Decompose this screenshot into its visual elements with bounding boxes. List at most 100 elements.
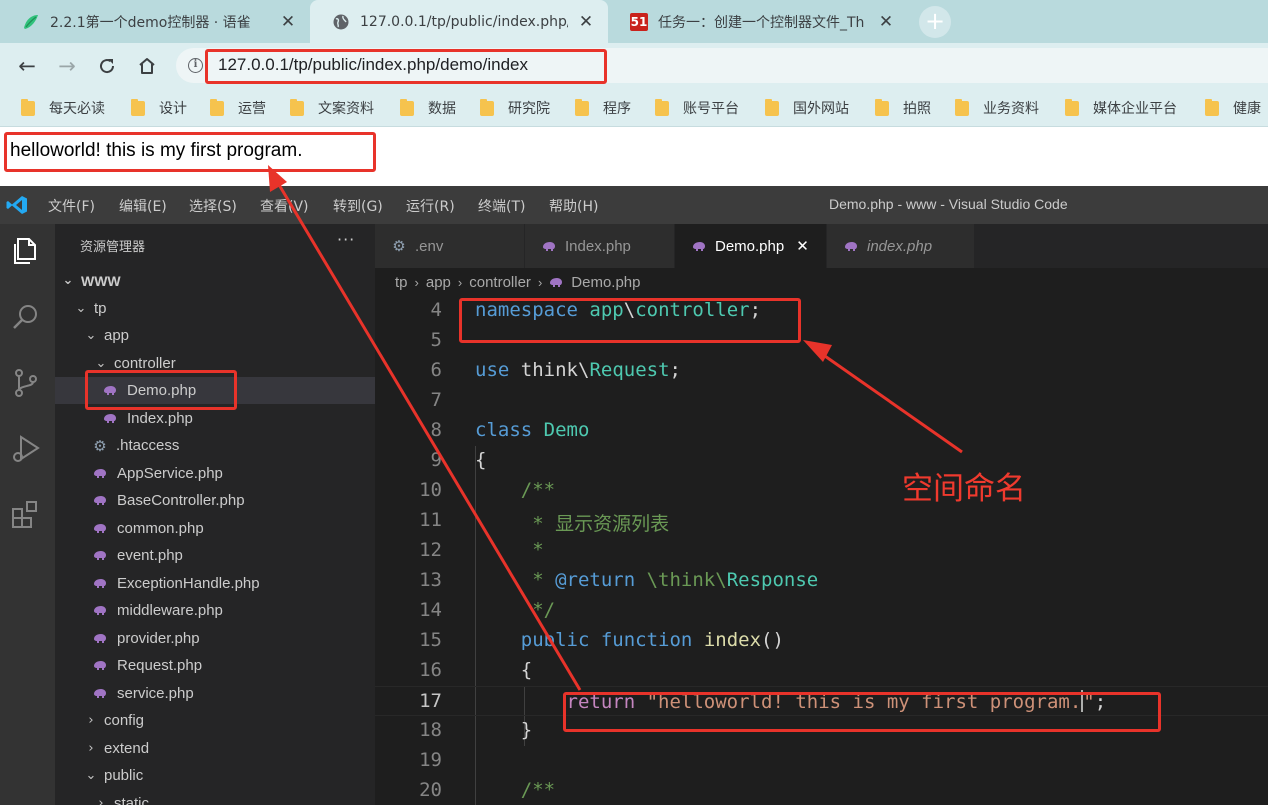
- menu-go[interactable]: 转到(G): [333, 196, 383, 216]
- tree-item-static[interactable]: › static: [55, 790, 375, 805]
- yuque-icon: [22, 13, 40, 31]
- code-editor[interactable]: 4 namespace app\controller; 5 6 use think\Re…: [375, 296, 1268, 805]
- tree-item-config[interactable]: › config: [55, 707, 375, 734]
- run-debug-icon[interactable]: [9, 432, 43, 466]
- browser-tab-localhost[interactable]: 127.0.0.1/tp/public/index.php/ ✕: [310, 0, 608, 43]
- breadcrumb-item[interactable]: Demo.php: [571, 274, 640, 291]
- code-line[interactable]: 15 public function index(): [375, 626, 1268, 656]
- explorer-icon[interactable]: [9, 234, 43, 268]
- bookmark-folder[interactable]: 文案资料: [290, 98, 374, 118]
- home-icon[interactable]: [133, 52, 161, 80]
- code-line[interactable]: 14 */: [375, 596, 1268, 626]
- tree-item-event-php[interactable]: event.php: [55, 542, 375, 569]
- code-line[interactable]: 12 *: [375, 536, 1268, 566]
- editor-tab-env[interactable]: ⚙ .env: [375, 224, 525, 268]
- menu-view[interactable]: 查看(V): [260, 196, 309, 216]
- menu-file[interactable]: 文件(F): [48, 196, 95, 216]
- code-line[interactable]: 10 /**: [375, 476, 1268, 506]
- tree-item-basecontroller-php[interactable]: BaseController.php: [55, 487, 375, 514]
- breadcrumb-item[interactable]: app: [426, 274, 451, 291]
- tree-item-extend[interactable]: › extend: [55, 735, 375, 762]
- code-line[interactable]: 9{: [375, 446, 1268, 476]
- menu-edit[interactable]: 编辑(E): [119, 196, 167, 216]
- close-icon[interactable]: ✕: [578, 12, 594, 32]
- tree-item-public[interactable]: ⌄ public: [55, 762, 375, 789]
- folder-icon: [21, 98, 35, 116]
- code-line[interactable]: 7: [375, 386, 1268, 416]
- code-line[interactable]: 6 use think\Request;: [375, 356, 1268, 386]
- menu-terminal[interactable]: 终端(T): [478, 196, 525, 216]
- bookmark-folder[interactable]: 数据: [400, 98, 456, 118]
- breadcrumb-item[interactable]: tp: [395, 274, 408, 291]
- search-icon[interactable]: [9, 300, 43, 334]
- address-bar[interactable]: i 127.0.0.1/tp/public/index.php/demo/ind…: [176, 48, 1268, 83]
- code-token: \think\: [646, 569, 727, 591]
- bookmark-folder[interactable]: 媒体企业平台: [1065, 98, 1177, 118]
- browser-tab-51cto[interactable]: 51 任务一：创建一个控制器文件_Th ✕: [608, 0, 908, 43]
- menu-run[interactable]: 运行(R): [406, 196, 455, 216]
- breadcrumb-item[interactable]: controller: [469, 274, 531, 291]
- new-tab-button[interactable]: +: [919, 6, 951, 38]
- tree-item-tp[interactable]: ⌄ tp: [55, 295, 375, 322]
- vscode-logo-icon: [6, 196, 27, 214]
- browser-tab-yuque[interactable]: 2.2.1第一个demo控制器 · 语雀 ✕: [0, 0, 310, 43]
- bookmark-folder[interactable]: 业务资料: [955, 98, 1039, 118]
- tree-item-controller[interactable]: ⌄ controller: [55, 350, 375, 377]
- code-token: public: [520, 629, 590, 651]
- annotation-label: 空间命名: [902, 471, 1026, 507]
- bookmark-folder[interactable]: 拍照: [875, 98, 931, 118]
- code-line[interactable]: 5: [375, 326, 1268, 356]
- bookmark-folder[interactable]: 国外网站: [765, 98, 849, 118]
- tree-item-middleware-php[interactable]: middleware.php: [55, 597, 375, 624]
- tree-item-appservice-php[interactable]: AppService.php: [55, 460, 375, 487]
- bookmark-folder[interactable]: 健康: [1205, 98, 1261, 118]
- tree-item-request-php[interactable]: Request.php: [55, 652, 375, 679]
- editor-tab-index-php[interactable]: Index.php: [525, 224, 675, 268]
- source-control-icon[interactable]: [9, 366, 43, 400]
- bookmark-folder[interactable]: 每天必读: [21, 98, 105, 118]
- code-line[interactable]: 18 }: [375, 716, 1268, 746]
- code-token: ;: [669, 359, 681, 381]
- tree-item-common-php[interactable]: common.php: [55, 515, 375, 542]
- chevron-down-icon: ⌄: [95, 356, 107, 371]
- tree-item-demo-php[interactable]: Demo.php: [55, 377, 375, 404]
- code-line[interactable]: 8 class Demo: [375, 416, 1268, 446]
- tree-item-service-php[interactable]: service.php: [55, 680, 375, 707]
- tree-item-index-php[interactable]: Index.php: [55, 405, 375, 432]
- code-line[interactable]: 11 * 显示资源列表: [375, 506, 1268, 536]
- code-line[interactable]: 19: [375, 746, 1268, 776]
- editor-tab-index-php-preview[interactable]: index.php: [827, 224, 975, 268]
- more-actions-icon[interactable]: ···: [337, 230, 355, 249]
- tree-item-htaccess[interactable]: ⚙ .htaccess: [55, 432, 375, 459]
- code-line[interactable]: 16 {: [375, 656, 1268, 686]
- code-line[interactable]: 4 namespace app\controller;: [375, 296, 1268, 326]
- reload-icon[interactable]: [93, 52, 121, 80]
- close-icon[interactable]: ✕: [280, 12, 296, 32]
- tree-item-provider-php[interactable]: provider.php: [55, 625, 375, 652]
- code-line[interactable]: 17 return "helloworld! this is my first …: [375, 686, 1268, 716]
- close-icon[interactable]: ✕: [878, 12, 894, 32]
- bookmark-folder[interactable]: 研究院: [480, 98, 550, 118]
- back-icon[interactable]: ←: [13, 52, 41, 80]
- code-line[interactable]: 13 * @return \think\Response: [375, 566, 1268, 596]
- bookmark-folder[interactable]: 运营: [210, 98, 266, 118]
- editor-tab-demo-php[interactable]: Demo.php ✕: [675, 224, 827, 268]
- menu-selection[interactable]: 选择(S): [189, 196, 237, 216]
- code-line[interactable]: 20 /**: [375, 776, 1268, 805]
- bookmark-folder[interactable]: 程序: [575, 98, 631, 118]
- tree-item-www[interactable]: ⌄ WWW: [55, 267, 375, 294]
- tree-item-app[interactable]: ⌄ app: [55, 322, 375, 349]
- close-icon[interactable]: ✕: [796, 237, 809, 255]
- extensions-icon[interactable]: [9, 498, 43, 532]
- bookmark-folder[interactable]: 设计: [131, 98, 187, 118]
- menu-help[interactable]: 帮助(H): [549, 196, 598, 216]
- bookmark-folder[interactable]: 账号平台: [655, 98, 739, 118]
- chevron-down-icon: ⌄: [62, 273, 74, 288]
- tree-item-exceptionhandle-php[interactable]: ExceptionHandle.php: [55, 570, 375, 597]
- forward-icon[interactable]: →: [53, 52, 81, 80]
- globe-icon: [332, 13, 350, 31]
- info-icon[interactable]: i: [188, 58, 203, 73]
